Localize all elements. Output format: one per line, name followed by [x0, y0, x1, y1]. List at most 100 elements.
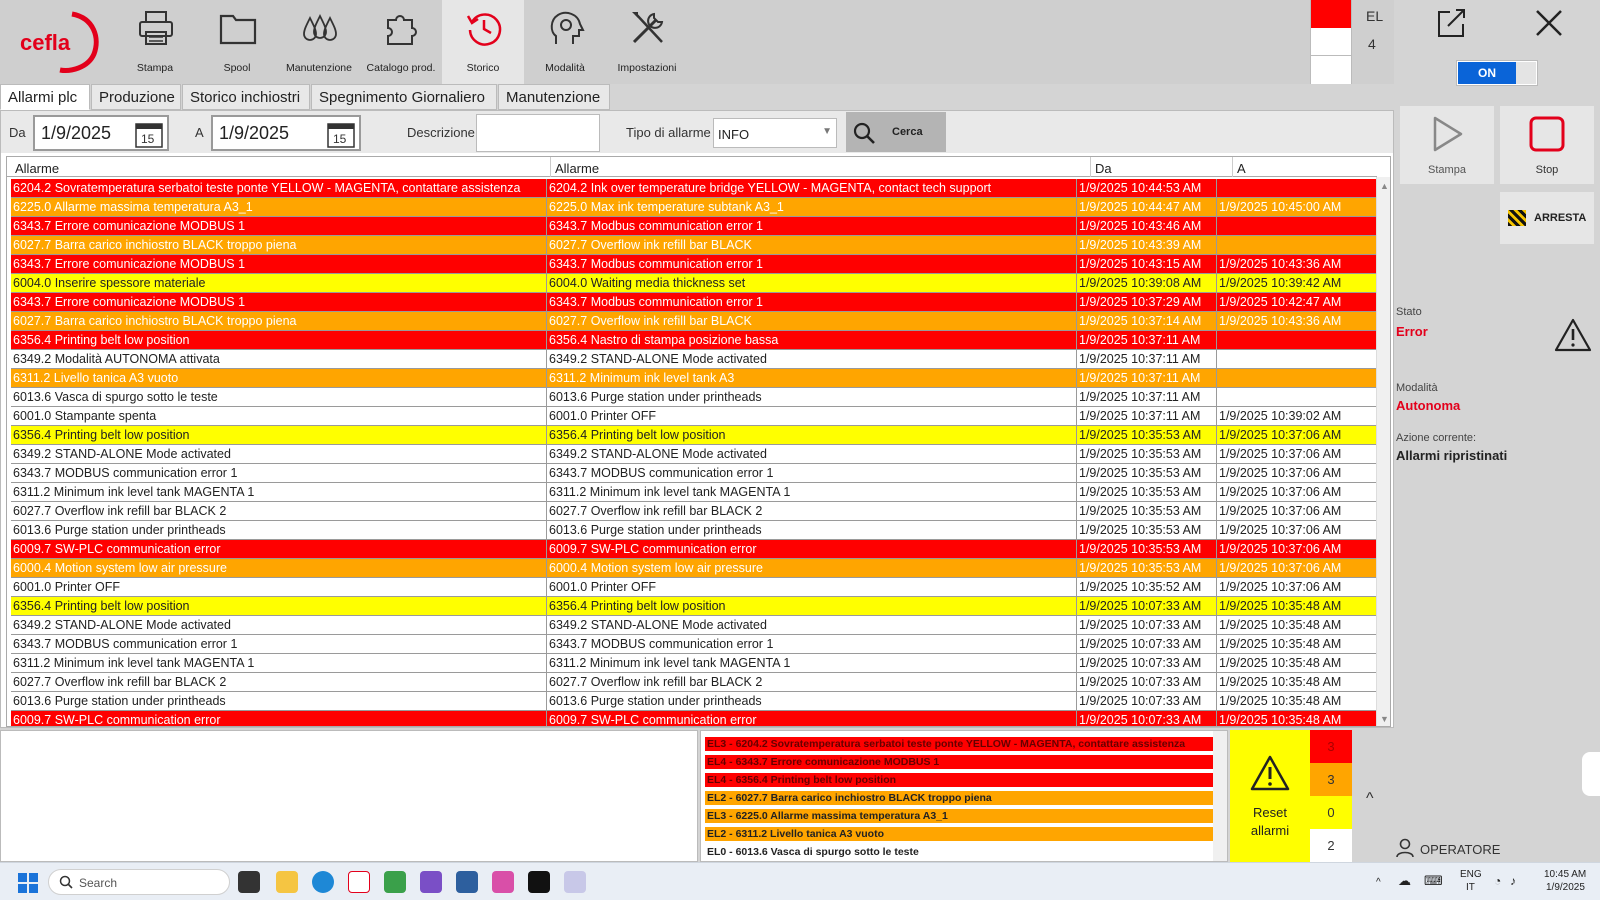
tray-chevron-icon[interactable]: ^	[1376, 877, 1381, 888]
list-item[interactable]: EL4 - 6343.7 Errore comunicazione MODBUS…	[705, 755, 1213, 769]
tab-produzione[interactable]: Produzione	[91, 84, 181, 110]
document-app-icon[interactable]	[564, 871, 586, 893]
table-row[interactable]: 6009.7 SW-PLC communication error 6009.7 …	[11, 540, 1377, 559]
table-cell-da: 1/9/2025 10:35:53 AM	[1077, 445, 1217, 463]
list-item[interactable]: EL4 - 6356.4 Printing belt low position	[705, 773, 1213, 787]
table-row[interactable]: 6204.2 Sovratemperatura serbatoi teste p…	[11, 179, 1377, 198]
wifi-icon[interactable]: ◔	[1494, 874, 1501, 888]
table-row[interactable]: 6349.2 STAND-ALONE Mode activated 6349.2 …	[11, 616, 1377, 635]
table-row[interactable]: 6027.7 Barra carico inchiostro BLACK tro…	[11, 312, 1377, 331]
grid-scrollbar[interactable]: ▲ ▼	[1376, 177, 1390, 726]
table-row[interactable]: 6027.7 Barra carico inchiostro BLACK tro…	[11, 236, 1377, 255]
scroll-up-icon[interactable]: ▲	[1380, 181, 1389, 191]
table-row[interactable]: 6343.7 MODBUS communication error 1 6343.…	[11, 464, 1377, 483]
table-row[interactable]: 6009.7 SW-PLC communication error 6009.7 …	[11, 711, 1377, 726]
stop-button[interactable]: Stop	[1500, 106, 1594, 184]
table-row[interactable]: 6027.7 Overflow ink refill bar BLACK 2 60…	[11, 502, 1377, 521]
color-tool-icon[interactable]	[492, 871, 514, 893]
tab-manutenzione[interactable]: Manutenzione	[498, 84, 610, 110]
language-eng[interactable]: ENG	[1460, 869, 1482, 880]
table-row[interactable]: 6001.0 Stampante spenta 6001.0 Printer OF…	[11, 407, 1377, 426]
toolbar-storico-button[interactable]: Storico	[442, 0, 524, 84]
keyboard-icon[interactable]: ⌨	[1424, 873, 1443, 889]
language-it[interactable]: IT	[1466, 882, 1475, 893]
taskbar-search[interactable]: Search	[48, 869, 230, 895]
table-row[interactable]: 6013.6 Vasca di spurgo sotto le teste 601…	[11, 388, 1377, 407]
table-row[interactable]: 6013.6 Purge station under printheads 601…	[11, 692, 1377, 711]
tipo-allarme-select[interactable]: INFO ▼	[713, 118, 837, 148]
tab-storico-inchiostri[interactable]: Storico inchiostri	[182, 84, 310, 110]
table-row[interactable]: 6356.4 Printing belt low position 6356.4 …	[11, 331, 1377, 350]
network-icon[interactable]: ☁	[1398, 873, 1411, 889]
cerca-button[interactable]: Cerca	[846, 112, 946, 152]
cefla-app-icon[interactable]	[348, 871, 370, 893]
scroll-down-icon[interactable]: ▼	[1380, 714, 1389, 724]
toolbar-spool-button[interactable]: Spool	[196, 0, 278, 84]
task-view-icon[interactable]	[238, 871, 260, 893]
stampa-button[interactable]: Stampa	[1400, 106, 1494, 184]
table-row[interactable]: 6000.4 Motion system low air pressure 600…	[11, 559, 1377, 578]
export-icon[interactable]	[1434, 6, 1468, 40]
calendar-icon[interactable]: 15	[327, 121, 355, 148]
reset-alarms-button[interactable]: Reset allarmi	[1230, 730, 1310, 862]
table-row[interactable]: 6343.7 Errore comunicazione MODBUS 1 6343…	[11, 217, 1377, 236]
list-item[interactable]: EL3 - 6225.0 Allarme massima temperatura…	[705, 809, 1213, 823]
toolbar-manutenzione-label: Manutenzione	[286, 62, 352, 74]
table-row[interactable]: 6027.7 Overflow ink refill bar BLACK 2 60…	[11, 673, 1377, 692]
toolbar-manutenzione-button[interactable]: Manutenzione	[278, 0, 360, 84]
tab-spegnimento-giornaliero[interactable]: Spegnimento Giornaliero	[311, 84, 497, 110]
table-cell-it: 6311.2 Livello tanica A3 vuoto	[11, 369, 547, 387]
volume-icon[interactable]: ♪	[1510, 874, 1516, 888]
list-item[interactable]: EL3 - 6204.2 Sovratemperatura serbatoi t…	[705, 737, 1213, 751]
toolbar-stampa-button[interactable]: Stampa	[114, 0, 196, 84]
da-date-picker[interactable]: 1/9/2025 15	[33, 115, 169, 151]
windows-start-icon[interactable]	[18, 873, 38, 893]
active-alarms-scrollbar[interactable]	[1213, 731, 1227, 861]
list-item[interactable]: EL0 - 6013.6 Vasca di spurgo sotto le te…	[705, 845, 1213, 859]
edge-browser-icon[interactable]	[312, 871, 334, 893]
arresta-button[interactable]: ARRESTA	[1500, 192, 1594, 244]
toolbar-impostazioni-button[interactable]: Impostazioni	[606, 0, 688, 84]
table-row[interactable]: 6356.4 Printing belt low position 6356.4 …	[11, 597, 1377, 616]
table-cell-en: 6027.7 Overflow ink refill bar BLACK	[547, 312, 1077, 330]
table-row[interactable]: 6013.6 Purge station under printheads 601…	[11, 521, 1377, 540]
notepad-app-icon[interactable]	[384, 871, 406, 893]
file-explorer-icon[interactable]	[276, 871, 298, 893]
toolbar-modalita-button[interactable]: Modalità	[524, 0, 606, 84]
table-row[interactable]: 6349.2 Modalità AUTONOMA attivata 6349.2 …	[11, 350, 1377, 369]
table-row[interactable]: 6311.2 Minimum ink level tank MAGENTA 16…	[11, 483, 1377, 502]
tab-allarmi-plc[interactable]: Allarmi plc	[0, 84, 90, 110]
list-item[interactable]: EL2 - 6311.2 Livello tanica A3 vuoto	[705, 827, 1213, 841]
side-drawer-tab[interactable]	[1582, 752, 1600, 796]
a-date-picker[interactable]: 1/9/2025 15	[211, 115, 361, 151]
visual-studio-icon[interactable]	[420, 871, 442, 893]
network-tool-icon[interactable]	[456, 871, 478, 893]
table-row[interactable]: 6343.7 MODBUS communication error 1 6343.…	[11, 635, 1377, 654]
clock-time[interactable]: 10:45 AM	[1544, 869, 1586, 880]
table-row[interactable]: 6004.0 Inserire spessore materiale 6004.0…	[11, 274, 1377, 293]
table-row[interactable]: 6349.2 STAND-ALONE Mode activated 6349.2 …	[11, 445, 1377, 464]
calendar-icon[interactable]: 15	[135, 121, 163, 148]
table-cell-da: 1/9/2025 10:35:53 AM	[1077, 540, 1217, 558]
header-da[interactable]: Da	[1091, 157, 1233, 177]
descrizione-input[interactable]	[476, 114, 600, 152]
clock-date[interactable]: 1/9/2025	[1546, 882, 1585, 893]
power-toggle[interactable]: ON	[1456, 60, 1538, 86]
expand-up-icon[interactable]: ^	[1366, 790, 1374, 808]
header-allarme-it[interactable]: Allarme	[11, 157, 551, 177]
close-icon[interactable]	[1532, 6, 1566, 40]
table-row[interactable]: 6311.2 Livello tanica A3 vuoto 6311.2 Min…	[11, 369, 1377, 388]
header-allarme-en[interactable]: Allarme	[551, 157, 1091, 177]
table-row[interactable]: 6356.4 Printing belt low position 6356.4 …	[11, 426, 1377, 445]
stampa-label: Stampa	[1428, 164, 1466, 176]
table-row[interactable]: 6225.0 Allarme massima temperatura A3_1 6…	[11, 198, 1377, 217]
table-row[interactable]: 6311.2 Minimum ink level tank MAGENTA 16…	[11, 654, 1377, 673]
table-row[interactable]: 6343.7 Errore comunicazione MODBUS 1 6343…	[11, 293, 1377, 312]
toolbar-catalogo-button[interactable]: Catalogo prod.	[360, 0, 442, 84]
table-row[interactable]: 6343.7 Errore comunicazione MODBUS 1 6343…	[11, 255, 1377, 274]
header-a[interactable]: A	[1233, 157, 1377, 177]
table-row[interactable]: 6001.0 Printer OFF 6001.0 Printer OFF 1/9/…	[11, 578, 1377, 597]
table-cell-a	[1217, 331, 1377, 349]
list-item[interactable]: EL2 - 6027.7 Barra carico inchiostro BLA…	[705, 791, 1213, 805]
terminal-icon[interactable]	[528, 871, 550, 893]
